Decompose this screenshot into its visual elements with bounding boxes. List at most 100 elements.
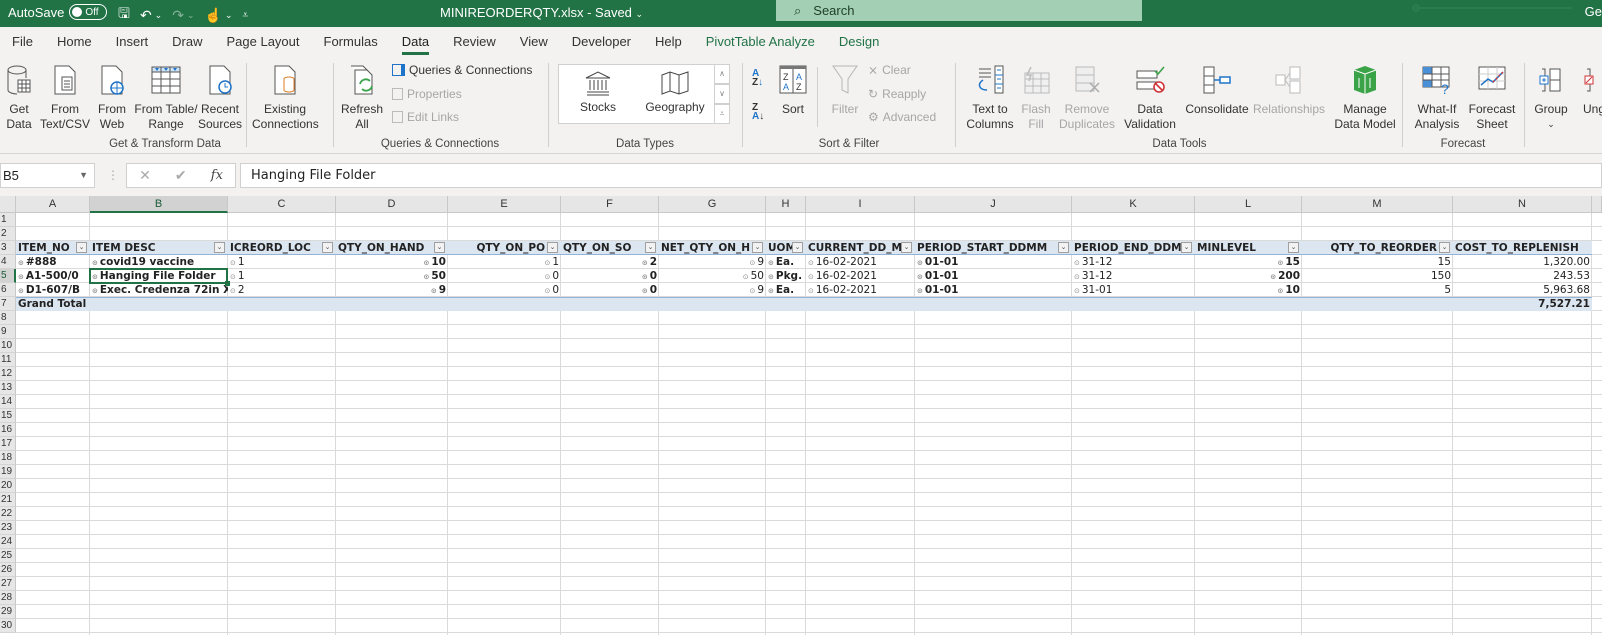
autosave-toggle[interactable]: AutoSave Off — [8, 4, 108, 20]
insert-function-icon[interactable]: fx — [211, 168, 223, 183]
pivot-cell[interactable]: ⊙ Ea. — [766, 283, 806, 297]
tab-developer[interactable]: Developer — [560, 27, 643, 57]
toggle-switch[interactable]: Off — [69, 4, 108, 20]
row-header-29[interactable]: 29 — [0, 605, 16, 619]
pivot-cell[interactable]: 5,963.68 — [1453, 283, 1592, 297]
expand-collapse-icon[interactable]: ⊙ — [92, 287, 98, 295]
pivot-cell[interactable]: ⊙ 1 — [448, 255, 561, 269]
pivot-cell[interactable]: ⊙ 31-01 — [1072, 283, 1195, 297]
pivot-cell[interactable]: ⊙ 2 — [228, 283, 336, 297]
column-header-f[interactable]: F — [561, 196, 659, 213]
pivot-cell[interactable]: ⊙ 01-01 — [915, 269, 1072, 283]
column-header-h[interactable]: H — [766, 196, 806, 213]
filter-dropdown-icon[interactable]: ⌄ — [76, 242, 87, 253]
tab-file[interactable]: File — [0, 27, 45, 57]
pivot-cell[interactable]: ⊙ Exec. Credenza 72in X — [90, 283, 228, 297]
row-header-24[interactable]: 24 — [0, 535, 16, 549]
expand-collapse-icon[interactable]: ⊙ — [642, 259, 648, 267]
expand-collapse-icon[interactable]: ⊙ — [544, 259, 550, 267]
column-header-l[interactable]: L — [1195, 196, 1302, 213]
row-header-23[interactable]: 23 — [0, 521, 16, 535]
expand-collapse-icon[interactable]: ⊙ — [768, 287, 774, 295]
expand-collapse-icon[interactable]: ⊙ — [92, 273, 98, 281]
tab-home[interactable]: Home — [45, 27, 104, 57]
search-box[interactable]: ⌕ Search — [776, 0, 1142, 21]
pivot-cell[interactable]: ⊙ 31-12 — [1072, 269, 1195, 283]
expand-collapse-icon[interactable]: ⊙ — [743, 273, 749, 281]
document-title[interactable]: MINIREORDERQTY.xlsx - Saved ⌄ — [440, 5, 643, 20]
pivot-cell[interactable]: ⊙ A1-500/0 — [16, 269, 90, 283]
pivot-cell[interactable]: ⊙ Ea. — [766, 255, 806, 269]
pivot-cell[interactable]: 15 — [1302, 255, 1453, 269]
column-header-g[interactable]: G — [659, 196, 766, 213]
pivot-cell[interactable]: ⊙ Pkg. — [766, 269, 806, 283]
row-header-1[interactable]: 1 — [0, 213, 16, 227]
column-header-a[interactable]: A — [16, 196, 90, 213]
row-header-10[interactable]: 10 — [0, 339, 16, 353]
undo-icon[interactable]: ↶ — [140, 7, 152, 24]
undo-dropdown-icon[interactable]: ⌄ — [155, 10, 163, 21]
expand-collapse-icon[interactable]: ⊙ — [230, 259, 236, 267]
filter-dropdown-icon[interactable]: ⌄ — [1058, 242, 1069, 253]
filter-dropdown-icon[interactable]: ⌄ — [1439, 242, 1450, 253]
pivot-cell[interactable]: ⊙ 15 — [1195, 255, 1302, 269]
pivot-cell[interactable]: ⊙ covid19 vaccine — [90, 255, 228, 269]
tab-page-layout[interactable]: Page Layout — [215, 27, 312, 57]
row-header-20[interactable]: 20 — [0, 479, 16, 493]
enter-checkmark-icon[interactable]: ✔ — [175, 167, 187, 184]
row-header-25[interactable]: 25 — [0, 549, 16, 563]
row-header-14[interactable]: 14 — [0, 395, 16, 409]
row-header-7[interactable]: 7 — [0, 297, 16, 311]
tab-design[interactable]: Design — [827, 27, 891, 57]
filter-dropdown-icon[interactable]: ⌄ — [214, 242, 225, 253]
pivot-cell[interactable]: 243.53 — [1453, 269, 1592, 283]
row-header-12[interactable]: 12 — [0, 367, 16, 381]
pivot-cell[interactable]: ⊙ 10 — [1195, 283, 1302, 297]
tab-pivottable-analyze[interactable]: PivotTable Analyze — [694, 27, 827, 57]
pivot-cell[interactable]: ⊙ 9 — [659, 283, 766, 297]
ungroup-button[interactable]: Ungr — [1576, 61, 1602, 117]
pivot-cell[interactable]: ⊙ 200 — [1195, 269, 1302, 283]
worksheet-grid[interactable]: A B C D E F G H I J K L M N 1 2 3 4 5 6 7 8 9 10 11 12 13 14 15 16 17 1… — [0, 196, 1602, 635]
filter-dropdown-icon[interactable]: ⌄ — [1181, 242, 1192, 253]
expand-collapse-icon[interactable]: ⊙ — [424, 273, 430, 281]
pivot-cell[interactable]: ⊙ D1-607/B — [16, 283, 90, 297]
row-header-19[interactable]: 19 — [0, 465, 16, 479]
row-header-17[interactable]: 17 — [0, 437, 16, 451]
expand-collapse-icon[interactable]: ⊙ — [230, 273, 236, 281]
pivot-cell[interactable]: ⊙ Hanging File Folder — [90, 269, 228, 283]
column-header-c[interactable]: C — [228, 196, 336, 213]
expand-collapse-icon[interactable]: ⊙ — [92, 259, 98, 267]
expand-collapse-icon[interactable]: ⊙ — [18, 273, 24, 281]
expand-collapse-icon[interactable]: ⊙ — [230, 287, 236, 295]
expand-collapse-icon[interactable]: ⊙ — [808, 273, 814, 281]
expand-collapse-icon[interactable]: ⊙ — [1074, 273, 1080, 281]
filter-dropdown-icon[interactable]: ⌄ — [901, 242, 912, 253]
column-header-n[interactable]: N — [1453, 196, 1592, 213]
customize-qat-icon[interactable]: ⩡ — [242, 10, 248, 21]
filter-dropdown-icon[interactable]: ⌄ — [547, 242, 558, 253]
row-header-3[interactable]: 3 — [0, 241, 16, 255]
pivot-cell[interactable]: ⊙ 31-12 — [1072, 255, 1195, 269]
pivot-cell[interactable]: ⊙ 0 — [448, 283, 561, 297]
formula-input[interactable]: Hanging File Folder — [240, 163, 1602, 188]
expand-collapse-icon[interactable]: ⊙ — [18, 287, 24, 295]
row-header-21[interactable]: 21 — [0, 493, 16, 507]
row-header-15[interactable]: 15 — [0, 409, 16, 423]
row-header-5[interactable]: 5 — [0, 269, 16, 283]
expand-collapse-icon[interactable]: ⊙ — [768, 273, 774, 281]
expand-collapse-icon[interactable]: ⊙ — [642, 273, 648, 281]
column-header-b[interactable]: B — [90, 196, 228, 213]
expand-collapse-icon[interactable]: ⊙ — [1270, 273, 1276, 281]
row-header-26[interactable]: 26 — [0, 563, 16, 577]
expand-collapse-icon[interactable]: ⊙ — [18, 259, 24, 267]
pivot-cell[interactable]: ⊙ 16-02-2021 — [806, 269, 915, 283]
row-header-8[interactable]: 8 — [0, 311, 16, 325]
row-header-2[interactable]: 2 — [0, 227, 16, 241]
filter-dropdown-icon[interactable]: ⌄ — [645, 242, 656, 253]
filter-dropdown-icon[interactable]: ⌄ — [434, 242, 445, 253]
expand-collapse-icon[interactable]: ⊙ — [431, 287, 437, 295]
group-button[interactable]: Group ⌄ — [1530, 61, 1572, 132]
formula-bar-resize-handle[interactable]: ⋮ — [107, 168, 119, 182]
expand-collapse-icon[interactable]: ⊙ — [749, 259, 755, 267]
